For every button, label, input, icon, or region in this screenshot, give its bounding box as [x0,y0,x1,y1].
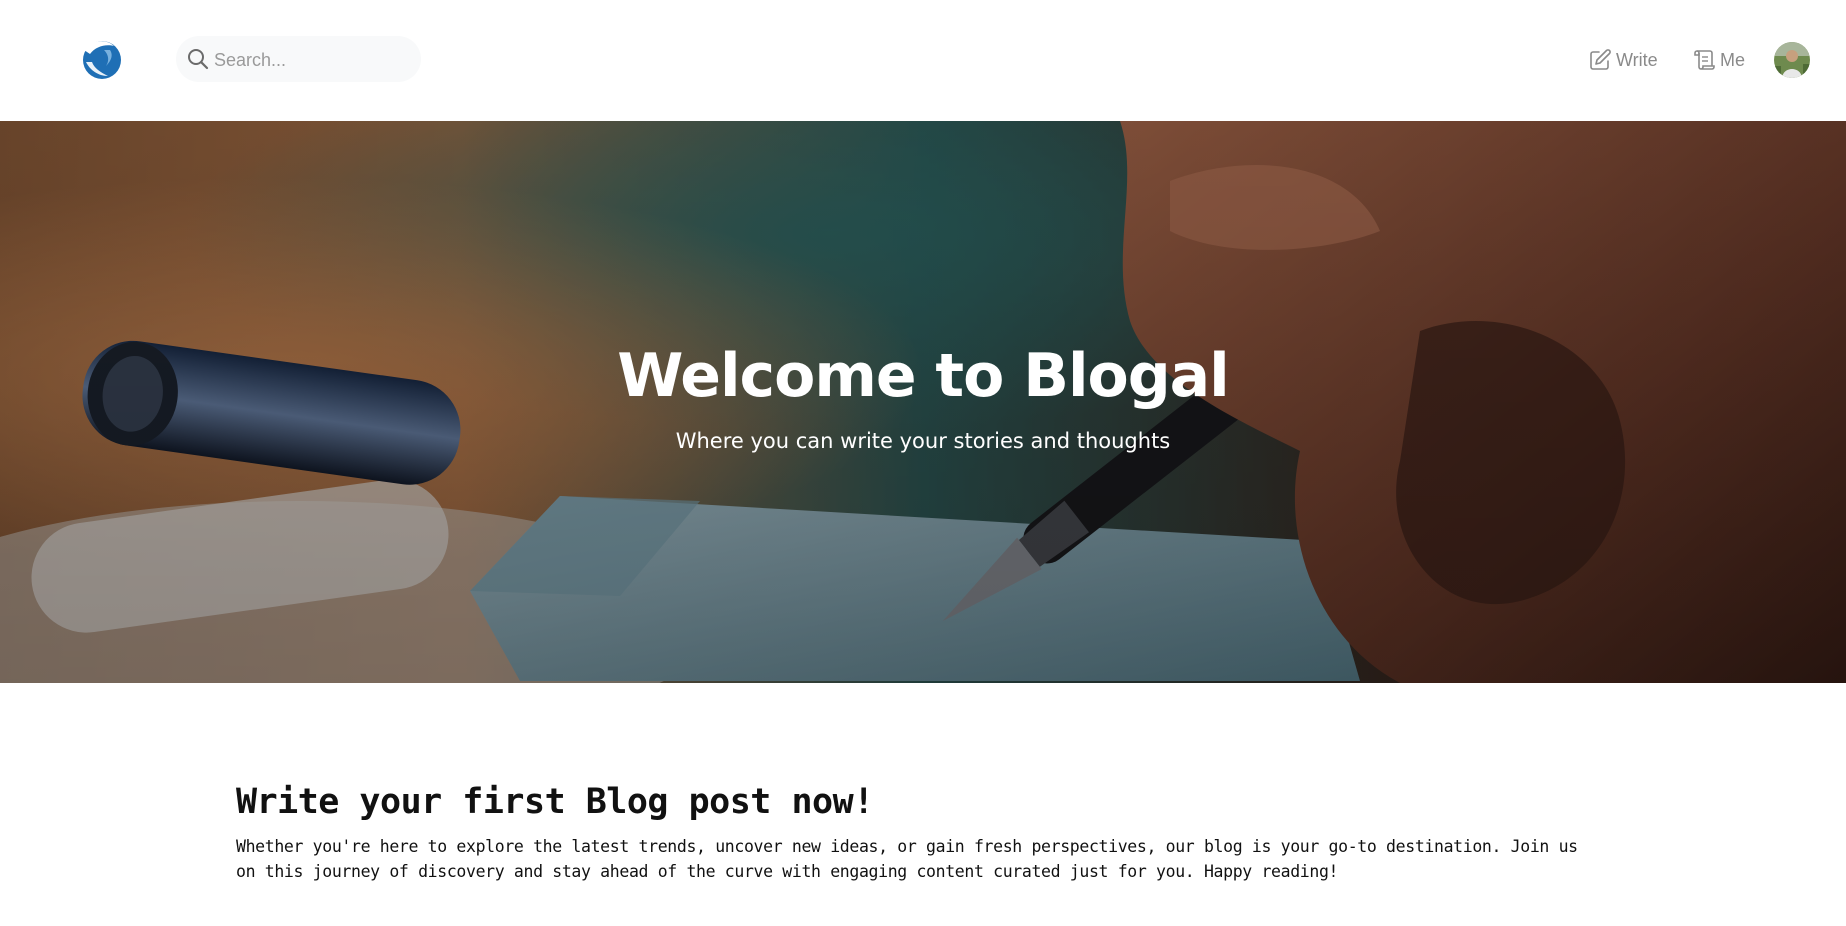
write-label: Write [1616,49,1658,70]
search-box[interactable] [176,36,421,82]
logo-link[interactable] [80,36,122,82]
search-icon [188,49,209,70]
hero-title: Welcome to Blogal [617,341,1230,411]
me-link[interactable]: Me [1692,46,1745,74]
avatar[interactable] [1774,42,1810,78]
pencil-square-icon [1590,49,1611,70]
scroll-icon [1694,50,1715,70]
intro-section: Write your first Blog post now! Whether … [236,782,1596,884]
me-label: Me [1720,49,1746,70]
hero-subtitle: Where you can write your stories and tho… [675,429,1171,453]
section-body: Whether you're here to explore the lates… [236,837,1578,881]
search-input[interactable] [212,44,416,76]
blogal-logo-icon [83,41,121,79]
section-title: Write your first Blog post now! [236,782,874,822]
write-link[interactable]: Write [1588,46,1658,74]
top-navbar: Write Me [0,0,1846,122]
hero-banner: Welcome to Blogal Where you can write yo… [0,121,1846,683]
user-avatar-image [1774,42,1810,78]
